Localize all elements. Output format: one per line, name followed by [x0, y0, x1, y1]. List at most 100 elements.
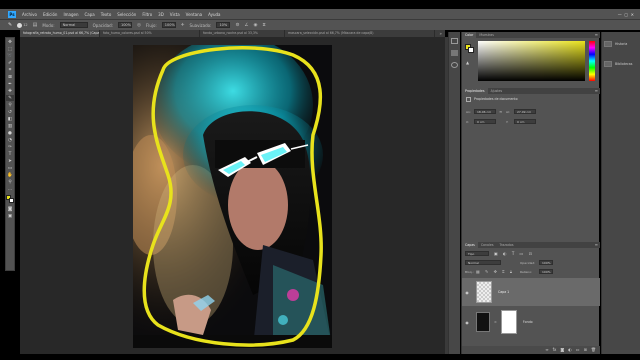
visibility-eye-icon[interactable]: ◉	[462, 320, 472, 325]
quick-select-icon[interactable]: ✐	[6, 60, 14, 66]
doc-tab-active[interactable]: fotografía_retrato_humo_01.psd al 66,7% …	[20, 30, 100, 37]
crop-icon[interactable]: ⌗	[6, 67, 14, 73]
marquee-icon[interactable]: ⬚	[6, 46, 14, 52]
zoom-icon[interactable]: ⚲	[6, 179, 14, 185]
menu-edicion[interactable]: Edición	[43, 12, 57, 17]
width-input[interactable]: 18,06 cm	[474, 109, 496, 114]
menu-texto[interactable]: Texto	[101, 12, 112, 17]
tab-paths[interactable]: Trazados	[497, 242, 517, 248]
layer-name[interactable]: Fondo	[523, 320, 533, 324]
menu-archivo[interactable]: Archivo	[22, 12, 37, 17]
smoothing-input[interactable]: 10%	[216, 22, 231, 28]
more-icon[interactable]: …	[6, 186, 14, 192]
type-icon[interactable]: T	[6, 151, 14, 157]
eraser-icon[interactable]: ◧	[6, 116, 14, 122]
dodge-icon[interactable]: ◔	[6, 137, 14, 143]
smoothing-settings-icon[interactable]: ⚙	[235, 23, 239, 28]
history-brush-icon[interactable]: ↺	[6, 109, 14, 115]
tab-layers[interactable]: Capas	[462, 242, 478, 248]
airbrush-icon[interactable]: ✈	[181, 23, 185, 28]
link-icon[interactable]: ∞	[499, 109, 502, 114]
background-color[interactable]	[9, 198, 14, 203]
flow-input[interactable]: 100%	[161, 22, 176, 28]
swatch-icon[interactable]	[451, 50, 458, 56]
hue-slider[interactable]	[589, 41, 595, 81]
lock-icons[interactable]: ▦ ✎ ✥ ⌗ 🔒︎	[476, 269, 514, 274]
menu-vista[interactable]: Vista	[170, 12, 180, 17]
fill-input[interactable]: 100%	[539, 269, 553, 274]
healing-icon[interactable]: ✚	[6, 88, 14, 94]
y-input[interactable]: 0 cm	[514, 119, 536, 124]
menu-seleccion[interactable]: Selección	[117, 12, 136, 17]
menu-ventana[interactable]: Ventana	[186, 12, 202, 17]
color-field[interactable]	[478, 41, 585, 81]
panel-menu-icon[interactable]: ≡	[595, 32, 600, 38]
brush-preset-picker[interactable]: 12	[17, 22, 28, 28]
eyedropper-icon[interactable]: ✒	[6, 81, 14, 87]
menu-capa[interactable]: Capa	[85, 12, 95, 17]
stamp-icon[interactable]: ⚲	[6, 102, 14, 108]
layer-filter-select[interactable]: Tipo	[465, 251, 489, 256]
add-mask-icon[interactable]: ◙	[560, 346, 564, 354]
new-layer-icon[interactable]: ⊞	[584, 346, 587, 354]
tab-adjustments[interactable]: Ajustes	[488, 88, 506, 94]
doc-tab[interactable]: mascara_selección.psd al 66,7% (Máscara …	[285, 30, 435, 37]
panel-menu-icon[interactable]: ≡	[595, 88, 600, 94]
mode-select[interactable]: Normal	[59, 22, 88, 28]
adjustment-layer-icon[interactable]: ◐	[568, 346, 572, 354]
fg-bg-swatch[interactable]	[465, 44, 474, 53]
blend-mode-select[interactable]: Normal	[465, 260, 501, 265]
tab-overflow-icon[interactable]: »	[440, 30, 445, 37]
move-icon[interactable]: ✥	[6, 39, 14, 45]
gradient-icon[interactable]: ▥	[6, 123, 14, 129]
doc-tab[interactable]: foto_humo_colores.psd al 50%	[100, 30, 200, 37]
frame-icon[interactable]: ⊠	[6, 74, 14, 80]
menu-imagen[interactable]: Imagen	[63, 12, 78, 17]
history-icon[interactable]	[451, 38, 458, 44]
tab-color[interactable]: Color	[462, 32, 477, 38]
pressure-size-icon[interactable]: ◉	[254, 23, 258, 28]
group-icon[interactable]: ▭	[576, 346, 580, 354]
height-input[interactable]: 27,09 cm	[514, 109, 536, 114]
path-select-icon[interactable]: ➤	[6, 158, 14, 164]
x-input[interactable]: 0 cm	[474, 119, 496, 124]
chain-icon[interactable]: ∞	[494, 320, 497, 324]
layer-opacity-input[interactable]: 100%	[539, 260, 553, 265]
panel-menu-icon[interactable]: ≡	[595, 242, 600, 248]
document-canvas-photo[interactable]	[133, 45, 332, 348]
layer-name[interactable]: Capa 1	[498, 290, 509, 294]
opacity-input[interactable]: 100%	[117, 22, 132, 28]
visibility-eye-icon[interactable]: ◉	[462, 290, 472, 295]
brush-icon[interactable]: ✎	[6, 95, 14, 101]
window-controls[interactable]: — ▢ ✕	[618, 12, 634, 17]
adjust-icon[interactable]	[451, 62, 458, 68]
layer-row[interactable]: ◉ ∞ Fondo	[462, 308, 600, 336]
blur-icon[interactable]: ●	[6, 130, 14, 136]
tab-channels[interactable]: Canales	[478, 242, 497, 248]
angle-icon[interactable]: ∠	[244, 23, 248, 28]
pen-icon[interactable]: ✑	[6, 144, 14, 150]
tab-properties[interactable]: Propiedades	[462, 88, 488, 94]
link-layers-icon[interactable]: ∞	[545, 346, 548, 354]
panel-libraries[interactable]: Bibliotecas	[602, 58, 640, 70]
panel-history[interactable]: Historia	[602, 38, 640, 50]
screen-mode-icon[interactable]: ▣	[6, 213, 14, 219]
fx-icon[interactable]: fx	[553, 346, 557, 354]
menu-filtro[interactable]: Filtro	[142, 12, 152, 17]
warning-icon[interactable]: ▲	[466, 60, 469, 65]
pressure-opacity-icon[interactable]: ◎	[137, 23, 141, 28]
doc-tab[interactable]: fondo_urbano_noche.psd al 33,3%	[200, 30, 285, 37]
tab-swatches[interactable]: Muestras	[476, 32, 497, 38]
menu-ayuda[interactable]: Ayuda	[208, 12, 220, 17]
brush-settings-icon[interactable]: ▤	[33, 22, 38, 28]
symmetry-icon[interactable]: ⧖	[262, 22, 265, 28]
brush-tool-icon[interactable]: ✎	[8, 22, 12, 28]
color-swatches[interactable]	[6, 195, 14, 205]
lasso-icon[interactable]: ➰	[6, 53, 14, 59]
quick-mask-icon[interactable]: ◙	[6, 206, 14, 212]
hand-icon[interactable]: ✋	[6, 172, 14, 178]
shape-icon[interactable]: ▭	[6, 165, 14, 171]
layer-row-selected[interactable]: ◉ Capa 1	[462, 278, 600, 306]
menu-3d[interactable]: 3D	[158, 12, 164, 17]
layer-filter-icons[interactable]: ▣ ◐ T ▭ ⊡	[494, 251, 534, 256]
